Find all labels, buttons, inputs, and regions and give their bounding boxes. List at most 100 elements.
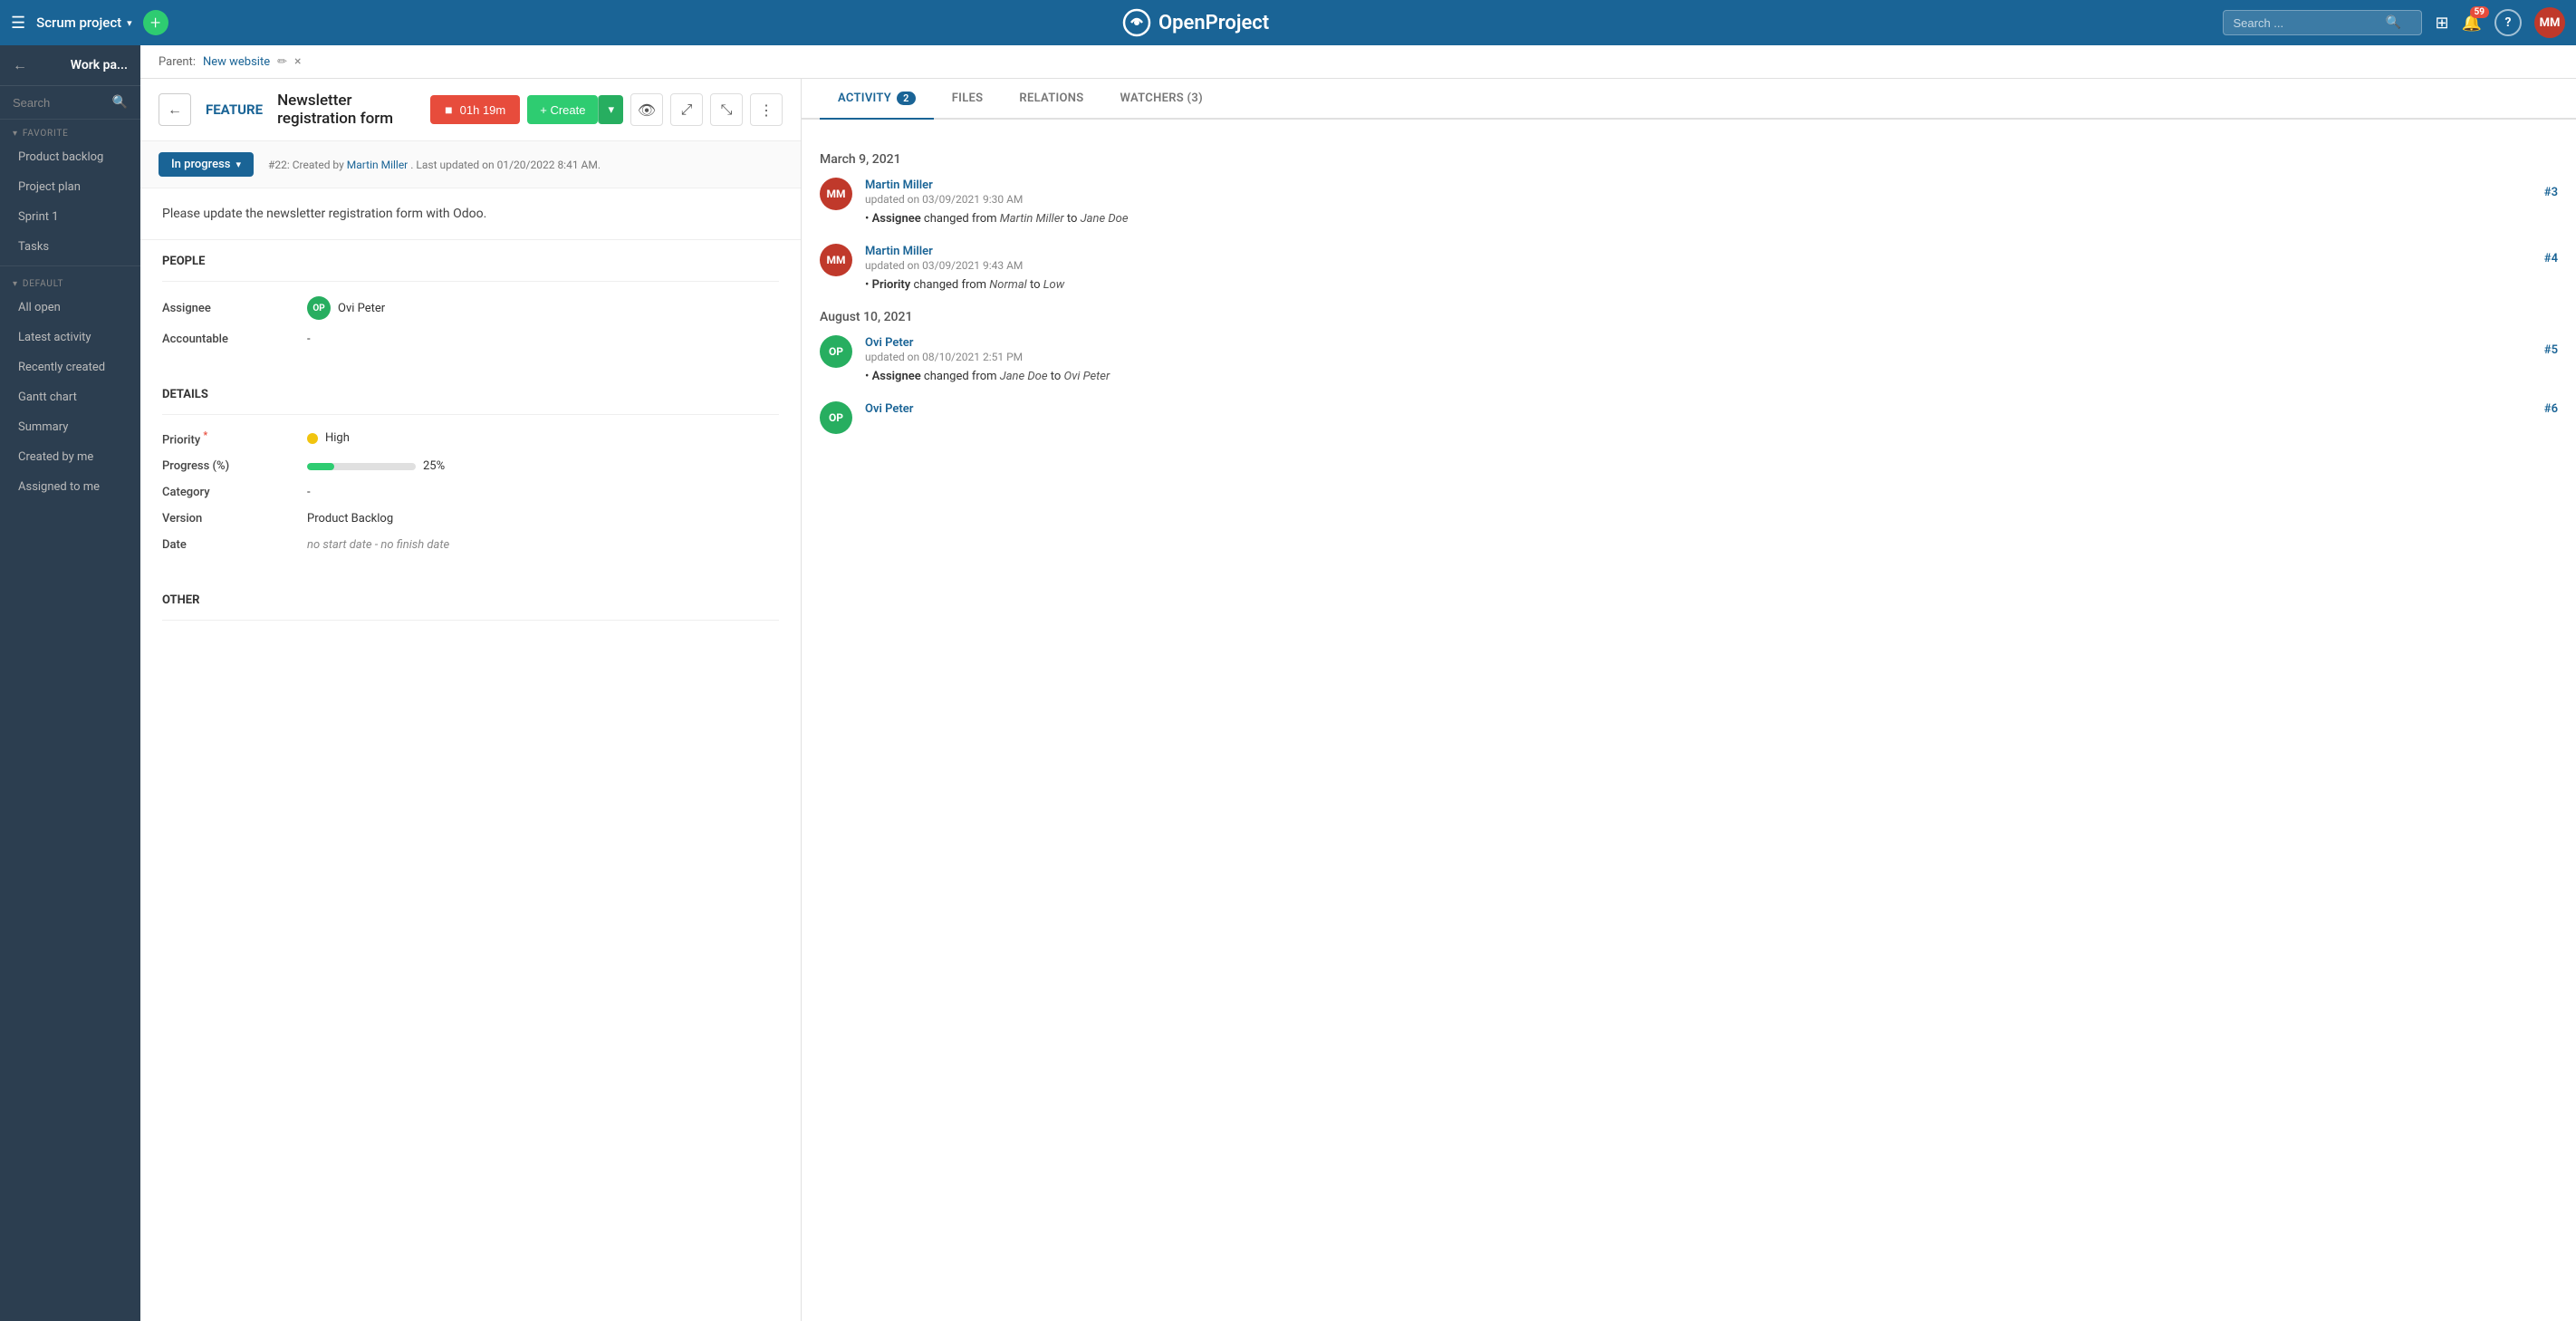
people-divider bbox=[162, 281, 779, 282]
activity-body-6: Ovi Peter #6 bbox=[865, 401, 2558, 434]
navbar-right: 🔍 ⊞ 🔔 59 ? MM bbox=[2223, 7, 2565, 38]
sidebar-header: ← Work pa... bbox=[0, 45, 140, 86]
tab-files[interactable]: FILES bbox=[934, 79, 1002, 120]
activity-num-6[interactable]: #6 bbox=[2544, 402, 2558, 416]
search-icon: 🔍 bbox=[2385, 15, 2400, 30]
watch-button[interactable]: 👁 bbox=[630, 93, 663, 126]
sidebar-item-created-by-me[interactable]: Created by me bbox=[0, 442, 140, 472]
sidebar-search-icon: 🔍 bbox=[112, 95, 128, 110]
tab-activity[interactable]: ACTIVITY 2 bbox=[820, 79, 934, 120]
assignee-name: Ovi Peter bbox=[338, 302, 385, 315]
wp-meta: #22: Created by Martin Miller . Last upd… bbox=[268, 159, 601, 171]
activity-time-5: updated on 08/10/2021 2:51 PM bbox=[865, 351, 1023, 363]
version-field: Version Product Backlog bbox=[162, 512, 779, 526]
activity-tabs: ACTIVITY 2 FILES RELATIONS WATCHERS (3) bbox=[802, 79, 2576, 120]
activity-change-4: • Priority changed from Normal to Low bbox=[865, 278, 2558, 292]
activity-num-3[interactable]: #3 bbox=[2544, 186, 2558, 199]
sidebar-divider bbox=[0, 265, 140, 266]
sidebar-section-favorite[interactable]: ▾ FAVORITE bbox=[0, 120, 140, 142]
tab-relations[interactable]: RELATIONS bbox=[1001, 79, 1101, 120]
sidebar-section-default[interactable]: ▾ DEFAULT bbox=[0, 270, 140, 293]
help-icon: ? bbox=[2505, 15, 2512, 30]
status-badge[interactable]: In progress ▾ bbox=[159, 152, 254, 177]
help-button[interactable]: ? bbox=[2494, 9, 2522, 36]
people-section: PEOPLE Assignee OP Ovi Peter Accountable… bbox=[140, 240, 801, 373]
tab-watchers-label: WATCHERS (3) bbox=[1120, 92, 1203, 105]
wp-description: Please update the newsletter registratio… bbox=[140, 188, 801, 240]
sidebar-item-sprint1[interactable]: Sprint 1 bbox=[0, 202, 140, 232]
sidebar-item-all-open[interactable]: All open bbox=[0, 293, 140, 323]
activity-user-6: Ovi Peter bbox=[865, 402, 913, 416]
activity-item-4: MM Martin Miller updated on 03/09/2021 9… bbox=[820, 244, 2558, 292]
create-button[interactable]: + Create bbox=[527, 95, 598, 124]
sidebar-title: Work pa... bbox=[71, 58, 128, 72]
navbar: ☰ Scrum project ▾ + OpenProject 🔍 ⊞ 🔔 59… bbox=[0, 0, 2576, 45]
wp-back-button[interactable]: ← bbox=[159, 93, 191, 126]
assignee-label: Assignee bbox=[162, 302, 307, 315]
search-input[interactable] bbox=[2233, 16, 2378, 30]
sidebar-item-product-backlog[interactable]: Product backlog bbox=[0, 142, 140, 172]
work-package-left: ← FEATURE Newsletter registration form ■… bbox=[140, 79, 802, 1321]
logo-icon bbox=[1122, 8, 1151, 37]
activity-header-4: Martin Miller updated on 03/09/2021 9:43… bbox=[865, 244, 2558, 273]
share-button[interactable]: ⤢ bbox=[670, 93, 703, 126]
tab-watchers[interactable]: WATCHERS (3) bbox=[1102, 79, 1221, 120]
sidebar-search[interactable]: 🔍 bbox=[0, 86, 140, 120]
sidebar-item-project-plan[interactable]: Project plan bbox=[0, 172, 140, 202]
breadcrumb-close-icon[interactable]: × bbox=[294, 54, 301, 69]
timer-button[interactable]: ■ 01h 19m bbox=[430, 95, 520, 124]
more-icon: ⋮ bbox=[759, 101, 774, 119]
notification-badge: 59 bbox=[2470, 6, 2489, 18]
meta-date: . Last updated on 01/20/2022 8:41 AM. bbox=[410, 159, 601, 171]
grid-icon[interactable]: ⊞ bbox=[2435, 14, 2448, 33]
activity-user-info-4: Martin Miller updated on 03/09/2021 9:43… bbox=[865, 244, 1023, 273]
assignee-field: Assignee OP Ovi Peter bbox=[162, 296, 779, 320]
sidebar-item-gantt-chart[interactable]: Gantt chart bbox=[0, 382, 140, 412]
wp-title: Newsletter registration form bbox=[277, 92, 416, 128]
details-section: DETAILS Priority * High Progress ( bbox=[140, 373, 801, 579]
add-button[interactable]: + bbox=[143, 10, 168, 35]
activity-num-5[interactable]: #5 bbox=[2544, 343, 2558, 357]
details-section-title: DETAILS bbox=[162, 388, 779, 401]
assignee-avatar: OP bbox=[307, 296, 331, 320]
sidebar-item-summary[interactable]: Summary bbox=[0, 412, 140, 442]
breadcrumb-edit-icon[interactable]: ✏ bbox=[277, 55, 287, 69]
category-value: - bbox=[307, 486, 311, 499]
sidebar-back-button[interactable]: ← bbox=[13, 56, 27, 74]
sidebar-item-latest-activity[interactable]: Latest activity bbox=[0, 323, 140, 352]
breadcrumb: Parent: New website ✏ × bbox=[140, 45, 2576, 79]
sidebar-search-input[interactable] bbox=[13, 96, 105, 110]
progress-label: Progress (%) bbox=[162, 459, 307, 473]
search-box[interactable]: 🔍 bbox=[2223, 10, 2422, 35]
user-avatar[interactable]: MM bbox=[2534, 7, 2565, 38]
fullscreen-icon: ⤡ bbox=[721, 101, 733, 119]
more-button[interactable]: ⋮ bbox=[750, 93, 783, 126]
navbar-center: OpenProject bbox=[179, 8, 2213, 37]
breadcrumb-parent-link[interactable]: New website bbox=[203, 55, 270, 69]
timer-label: 01h 19m bbox=[460, 103, 506, 117]
avatar-martin-miller-3: MM bbox=[820, 178, 852, 210]
sidebar-item-recently-created[interactable]: Recently created bbox=[0, 352, 140, 382]
activity-body-5: Ovi Peter updated on 08/10/2021 2:51 PM … bbox=[865, 335, 2558, 383]
timer-icon: ■ bbox=[445, 102, 452, 117]
create-dropdown-button[interactable]: ▾ bbox=[598, 95, 623, 124]
wp-status-bar: In progress ▾ #22: Created by Martin Mil… bbox=[140, 141, 801, 188]
description-text: Please update the newsletter registratio… bbox=[162, 207, 779, 221]
progress-value: 25% bbox=[307, 459, 445, 473]
tab-activity-label: ACTIVITY bbox=[838, 92, 891, 105]
sidebar-item-tasks[interactable]: Tasks bbox=[0, 232, 140, 262]
wp-header: ← FEATURE Newsletter registration form ■… bbox=[140, 79, 801, 141]
project-selector[interactable]: Scrum project ▾ bbox=[36, 14, 132, 31]
sidebar-item-assigned-to-me[interactable]: Assigned to me bbox=[0, 472, 140, 502]
meta-author-link[interactable]: Martin Miller bbox=[347, 159, 408, 171]
notifications-button[interactable]: 🔔 59 bbox=[2462, 14, 2482, 33]
version-value: Product Backlog bbox=[307, 512, 393, 526]
accountable-label: Accountable bbox=[162, 333, 307, 346]
fullscreen-button[interactable]: ⤡ bbox=[710, 93, 743, 126]
main-layout: ← Work pa... 🔍 ▾ FAVORITE Product backlo… bbox=[0, 45, 2576, 1321]
activity-num-4[interactable]: #4 bbox=[2544, 252, 2558, 265]
progress-pct: 25% bbox=[423, 459, 445, 473]
activity-change-3: • Assignee changed from Martin Miller to… bbox=[865, 212, 2558, 226]
menu-icon[interactable]: ☰ bbox=[11, 14, 25, 33]
tab-files-label: FILES bbox=[952, 92, 984, 105]
